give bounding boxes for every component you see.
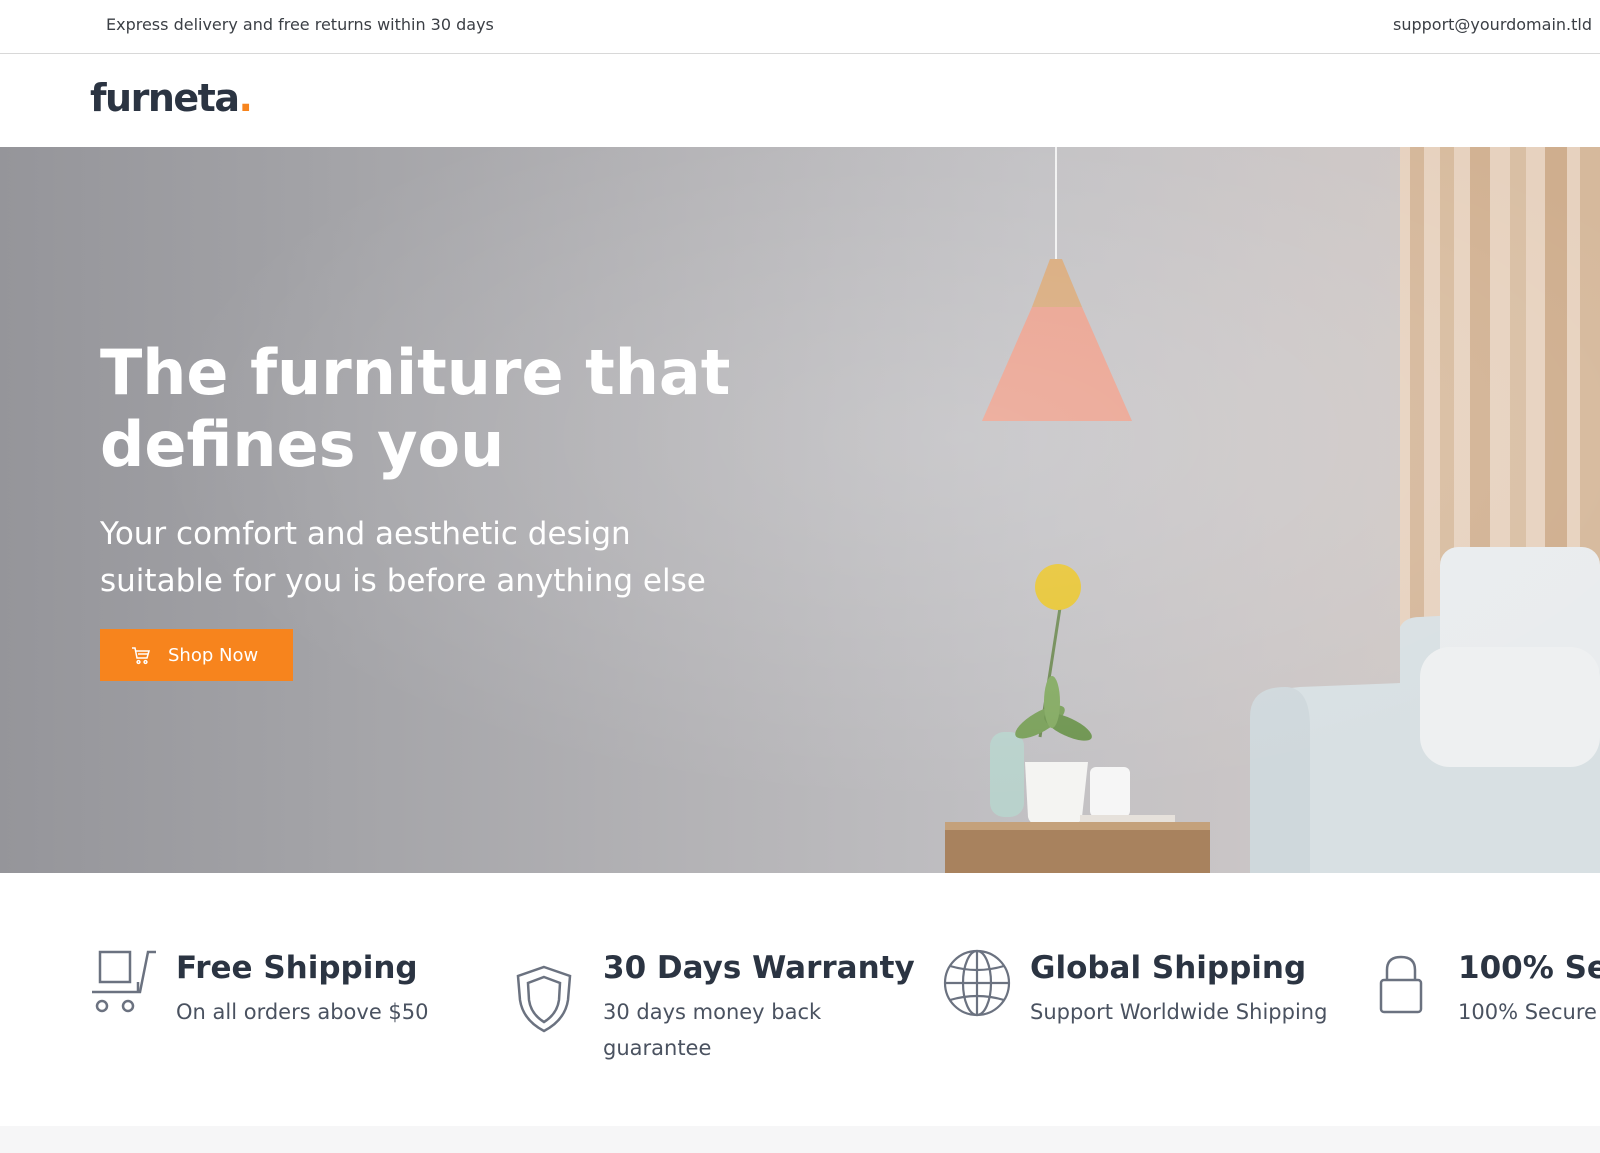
globe-icon (942, 948, 1012, 1022)
logo[interactable]: furneta. (90, 76, 253, 120)
hero-subtitle: Your comfort and aesthetic design suitab… (100, 516, 706, 599)
support-email-link[interactable]: support@yourdomain.tld (1393, 15, 1592, 34)
next-section-edge (0, 1126, 1600, 1153)
feature-title: Global Shipping (1030, 950, 1307, 986)
site-header: furneta. (0, 54, 1600, 147)
hero-banner: The furniture that defines you Your comf… (0, 147, 1600, 873)
feature-description: On all orders above $50 (176, 1000, 429, 1024)
feature-title: Free Shipping (176, 950, 418, 986)
logo-dot: . (238, 76, 252, 120)
shop-now-label: Shop Now (168, 644, 259, 666)
logo-text: furneta (90, 76, 240, 120)
lock-icon (1378, 954, 1424, 1020)
feature-description: 100% Secure Payment (1458, 1000, 1600, 1024)
top-bar: Express delivery and free returns within… (0, 0, 1600, 54)
promo-text: Express delivery and free returns within… (106, 15, 494, 34)
cart-icon (90, 948, 158, 1022)
hero-overlay (0, 147, 1600, 873)
shop-now-button[interactable]: Shop Now (100, 629, 293, 681)
shield-icon (515, 964, 573, 1038)
feature-description: Support Worldwide Shipping (1030, 1000, 1328, 1024)
features-strip: Free Shipping On all orders above $50 30… (0, 873, 1600, 1126)
hero-title: The furniture that defines you (100, 336, 731, 481)
feature-title: 30 Days Warranty (603, 950, 915, 986)
cart-icon (130, 644, 152, 666)
feature-description: 30 days money back guarantee (603, 1000, 822, 1060)
feature-title: 100% Secure (1458, 950, 1600, 986)
